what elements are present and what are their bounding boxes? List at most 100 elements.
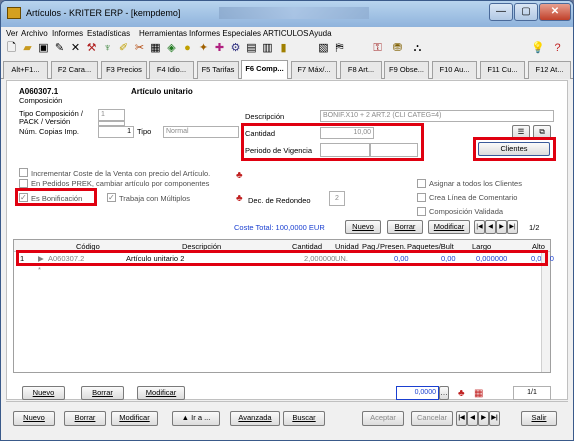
tools-icon[interactable]: ⚒ xyxy=(85,42,98,55)
footer-modificar-button[interactable]: Modificar xyxy=(111,411,158,426)
incrementar-coste-label: Incrementar Coste de la Venta con precio… xyxy=(31,169,211,178)
menu-informes[interactable]: Informes xyxy=(52,29,83,38)
nav-prev-button[interactable]: ◀ xyxy=(485,220,496,234)
tab-tarifas[interactable]: F5 Tarifas xyxy=(197,61,239,79)
tab-cuentas[interactable]: F11 Cu... xyxy=(480,61,525,79)
scissors-icon[interactable]: ✂ xyxy=(133,42,146,55)
hat-icon-redondeo[interactable]: ♣ xyxy=(236,194,243,204)
lightbulb-icon[interactable]: ⛬ xyxy=(411,42,424,55)
nuevo-grid-button[interactable]: Nuevo xyxy=(22,386,65,400)
menu-ver[interactable]: Ver xyxy=(6,29,18,38)
open-folder-icon[interactable]: ▰ xyxy=(21,42,34,55)
footer-buscar-button[interactable]: Buscar xyxy=(283,411,325,426)
footer-nav-prev[interactable]: ◀ xyxy=(467,411,478,426)
asignar-clientes-checkbox[interactable] xyxy=(417,179,426,188)
keyboard-icon[interactable]: ⚙ xyxy=(229,42,242,55)
edit-doc-icon[interactable]: ✎ xyxy=(53,42,66,55)
footer-nuevo-button[interactable]: Nuevo xyxy=(13,411,55,426)
footer-ir-a-button[interactable]: ▲ Ir a ... xyxy=(172,411,220,426)
tab-caracteristicas[interactable]: F2 Cara... xyxy=(51,61,98,79)
save-icon[interactable]: ▣ xyxy=(37,42,50,55)
tipo-composicion-field[interactable]: 1 xyxy=(98,109,125,121)
pen-icon[interactable]: ✐ xyxy=(117,42,130,55)
box-icon[interactable]: ◈ xyxy=(165,42,178,55)
highlight-clientes xyxy=(473,137,556,161)
highlight-grid-row xyxy=(16,250,548,266)
borrar-component-button[interactable]: Borrar xyxy=(387,220,423,234)
menu-informes-especiales[interactable]: Informes Especiales ARTICULOS xyxy=(189,29,308,38)
dec-redondeo-field[interactable]: 2 xyxy=(329,191,345,206)
footer-cancelar-button[interactable]: Cancelar xyxy=(411,411,453,426)
calc-icon[interactable]: ✚ xyxy=(213,42,226,55)
menu-archivo[interactable]: Archivo xyxy=(21,29,48,38)
pager-label: 1/2 xyxy=(529,223,540,232)
tab-alt-f1[interactable]: Alt+F1... xyxy=(3,61,48,79)
tab-atributos[interactable]: F12 At... xyxy=(528,61,571,79)
help-icon[interactable]: ? xyxy=(551,42,564,55)
tab-articulos[interactable]: F8 Art... xyxy=(340,61,382,79)
total-ellipsis-button[interactable]: … xyxy=(439,386,449,400)
toolbar: 🗋 ▰ ▣ ✎ ✕ ⚒ ♆ ✐ ✂ ▦ ◈ ● ✦ ✚ ⚙ ▤ ▥ ▮ ▧ ⛿ … xyxy=(1,40,573,58)
cart-icon[interactable]: ▧ xyxy=(317,42,330,55)
en-pedidos-label: En Pedidos PREK, cambiar artículo por co… xyxy=(31,179,210,188)
footer-salir-button[interactable]: Salir xyxy=(521,411,557,426)
trabaja-multiplos-label: Trabaja con Múltiplos xyxy=(119,194,191,203)
article-code: A060307.1 xyxy=(19,87,59,96)
wrench-icon[interactable]: ✦ xyxy=(197,42,210,55)
footer-borrar-button[interactable]: Borrar xyxy=(64,411,106,426)
print-icon[interactable]: ▤ xyxy=(245,42,258,55)
grid-view-icon[interactable]: ▦ xyxy=(474,389,483,399)
hat-icon-total[interactable]: ♣ xyxy=(458,389,465,399)
borrar-grid-button[interactable]: Borrar xyxy=(81,386,124,400)
tipo-select[interactable]: Normal xyxy=(163,126,239,138)
modificar-component-button[interactable]: Modificar xyxy=(428,220,470,234)
footer-nav-last[interactable]: ▶| xyxy=(489,411,500,426)
fire-icon[interactable]: ♆ xyxy=(101,42,114,55)
composicion-validada-checkbox[interactable] xyxy=(417,207,426,216)
tab-auxiliar[interactable]: F10 Au... xyxy=(432,61,477,79)
key-icon[interactable]: ⛿ xyxy=(333,42,346,55)
coin-icon[interactable]: ● xyxy=(181,42,194,55)
footer-aceptar-button[interactable]: Aceptar xyxy=(362,411,404,426)
modificar-grid-button[interactable]: Modificar xyxy=(137,386,185,400)
menu-ayuda[interactable]: Ayuda xyxy=(309,29,332,38)
nav-last-button[interactable]: ▶| xyxy=(507,220,518,234)
chart-icon[interactable]: ▥ xyxy=(261,42,274,55)
footer-nav-first[interactable]: |◀ xyxy=(456,411,467,426)
nav-next-button[interactable]: ▶ xyxy=(496,220,507,234)
total-field[interactable]: 0,0000 xyxy=(396,386,439,400)
tab-composicion[interactable]: F6 Comp... xyxy=(241,60,288,79)
idea-icon[interactable]: 💡 xyxy=(531,42,545,55)
crea-linea-checkbox[interactable] xyxy=(417,193,426,202)
nav-first-button[interactable]: |◀ xyxy=(474,220,485,234)
cash-icon[interactable]: ⚿ xyxy=(371,42,384,55)
maximize-button[interactable]: ▢ xyxy=(514,3,538,21)
tab-precios[interactable]: F3 Precios xyxy=(101,61,147,79)
close-button[interactable]: ✕ xyxy=(539,3,571,21)
delete-x-icon[interactable]: ✕ xyxy=(69,42,82,55)
hat-icon[interactable]: ♣ xyxy=(236,171,243,181)
en-pedidos-checkbox[interactable] xyxy=(19,179,28,188)
new-doc-icon[interactable]: 🗋 xyxy=(5,42,18,55)
num-copias-field[interactable]: 1 xyxy=(98,126,134,138)
grid-vertical-scrollbar[interactable] xyxy=(541,252,550,372)
footer-avanzada-button[interactable]: Avanzada xyxy=(230,411,280,426)
composicion-validada-label: Composición Validada xyxy=(429,207,504,216)
descripcion-label: Descripción xyxy=(245,112,285,121)
descripcion-field[interactable]: BONIF.X10 + 2 ART.2 (CLI CATEG=4) xyxy=(320,110,554,122)
footer-nav-next[interactable]: ▶ xyxy=(478,411,489,426)
trabaja-multiplos-checkbox[interactable]: ✓ xyxy=(107,193,116,202)
tab-maximos[interactable]: F7 Máx/... xyxy=(291,61,337,79)
nuevo-component-button[interactable]: Nuevo xyxy=(345,220,381,234)
tab-observaciones[interactable]: F9 Obse... xyxy=(384,61,429,79)
grid-icon[interactable]: ▦ xyxy=(149,42,162,55)
incrementar-coste-checkbox[interactable] xyxy=(19,168,28,177)
minimize-button[interactable]: — xyxy=(489,3,513,21)
asignar-clientes-label: Asignar a todos los Clientes xyxy=(429,179,522,188)
menu-herramientas[interactable]: Herramientas xyxy=(139,29,187,38)
title-bar: Artículos - KRITER ERP - [kempdemo] — ▢ … xyxy=(1,1,573,27)
folder-icon[interactable]: ⛃ xyxy=(391,42,404,55)
menu-estadisticas[interactable]: Estadísticas xyxy=(87,29,130,38)
calendar-icon[interactable]: ▮ xyxy=(277,42,290,55)
tab-idiomas[interactable]: F4 Idio... xyxy=(149,61,194,79)
